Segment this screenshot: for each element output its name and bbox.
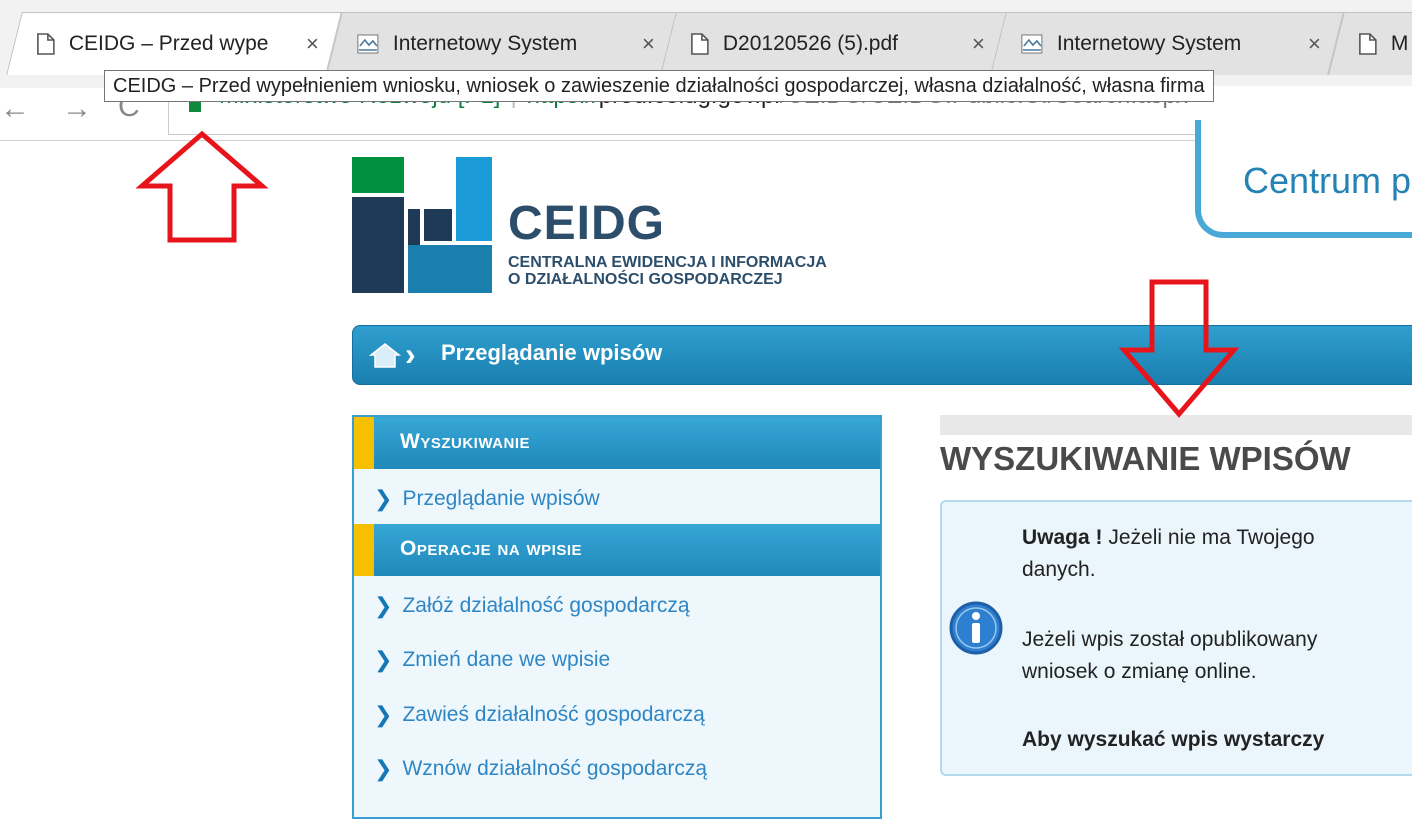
chevron-right-icon: ❯: [374, 702, 393, 727]
page-icon: [1359, 33, 1377, 55]
close-tab-icon[interactable]: ×: [972, 31, 985, 57]
sidebar-item-label: Załóż działalność gospodarczą: [402, 594, 690, 617]
close-tab-icon[interactable]: ×: [306, 31, 319, 57]
browser-tab[interactable]: D20120526 (5).pdf ×: [660, 12, 1008, 75]
tab-title: CEIDG – Przed wype: [68, 32, 269, 55]
sidebar-item-suspend[interactable]: ❯ Zawieś działalność gospodarczą: [374, 700, 705, 730]
breadcrumb-current: Przeglądanie wpisów: [441, 340, 663, 365]
chevron-right-icon: ❯: [374, 593, 393, 618]
info-notice: Uwaga ! Jeżeli nie ma Twojego danych. Je…: [940, 500, 1412, 776]
sidebar-item-label: Wznów działalność gospodarczą: [402, 757, 708, 780]
sidebar-header-search: Wyszukiwanie: [354, 417, 880, 469]
up-arrow-annotation-icon: [136, 130, 268, 243]
uwaga-text: Jeżeli nie ma Twojego: [1102, 526, 1315, 549]
sidebar-header-label: Wyszukiwanie: [400, 430, 530, 453]
forward-button[interactable]: →: [62, 92, 92, 126]
tab-title: D20120526 (5).pdf: [722, 32, 899, 55]
ceidg-logo-icon: [352, 157, 492, 293]
sidebar-item-change[interactable]: ❯ Zmień dane we wpisie: [374, 645, 610, 675]
sidebar-item-resume[interactable]: ❯ Wznów działalność gospodarczą: [374, 754, 707, 784]
browser-tab[interactable]: Internetowy System ×: [326, 12, 678, 75]
sidebar-item-label: Zawieś działalność gospodarczą: [402, 703, 705, 726]
isap-icon: [1021, 34, 1043, 54]
close-tab-icon[interactable]: ×: [642, 31, 655, 57]
page-icon: [37, 33, 55, 55]
close-tab-icon[interactable]: ×: [1308, 31, 1321, 57]
centrum-label: Centrum p: [1243, 160, 1412, 201]
isap-icon: [357, 34, 379, 54]
browser-tab[interactable]: M: [1328, 12, 1412, 75]
sidebar-item-register[interactable]: ❯ Załóż działalność gospodarczą: [374, 591, 690, 621]
browser-tab[interactable]: Internetowy System ×: [990, 12, 1344, 75]
sidebar-item-browse[interactable]: ❯ Przeglądanie wpisów: [374, 484, 600, 514]
chevron-right-icon: ❯: [374, 647, 393, 672]
logo-subtitle-line: CENTRALNA EWIDENCJA I INFORMACJA: [508, 254, 827, 271]
tab-title: M: [1390, 32, 1409, 55]
sidebar-item-label: Zmień dane we wpisie: [402, 648, 611, 671]
page-icon: [691, 33, 709, 55]
info-icon: [949, 601, 1003, 655]
breadcrumb: › Przeglądanie wpisów: [352, 325, 1412, 385]
info-text: wniosek o zmianę online.: [1022, 660, 1257, 683]
sidebar-item-label: Przeglądanie wpisów: [402, 487, 600, 510]
page-title: WYSZUKIWANIE WPISÓW: [940, 440, 1351, 477]
sidebar-header-operations: Operacje na wpisie: [354, 524, 880, 576]
home-icon[interactable]: [369, 342, 401, 368]
info-text: Jeżeli wpis został opublikowany: [1022, 628, 1318, 651]
chevron-right-icon: ❯: [374, 486, 393, 511]
logo-subtitle-line: O DZIAŁALNOŚCI GOSPODARCZEJ: [508, 271, 783, 288]
down-arrow-annotation-icon: [1118, 279, 1240, 418]
chevron-right-icon: ❯: [374, 756, 393, 781]
tab-title: Internetowy System: [1056, 32, 1242, 55]
uwaga-text-continued: danych.: [1022, 558, 1096, 581]
browser-tab[interactable]: CEIDG – Przed wype ×: [6, 12, 342, 75]
uwaga-label: Uwaga !: [1022, 526, 1103, 549]
tab-tooltip: CEIDG – Przed wypełnieniem wniosku, wnio…: [104, 70, 1214, 102]
logo-subtitle: CENTRALNA EWIDENCJA I INFORMACJA O DZIAŁ…: [508, 254, 827, 288]
chevron-right-icon: ›: [405, 336, 416, 372]
back-button[interactable]: ←: [0, 92, 30, 126]
search-hint: Aby wyszukać wpis wystarczy: [1022, 728, 1325, 751]
tab-title: Internetowy System: [392, 32, 578, 55]
logo-title: CEIDG: [508, 197, 666, 250]
sidebar: Wyszukiwanie ❯ Przeglądanie wpisów Opera…: [352, 415, 882, 819]
centrum-panel[interactable]: Centrum p: [1195, 120, 1412, 238]
sidebar-header-label: Operacje na wpisie: [400, 537, 583, 560]
uwaga-line: Uwaga ! Jeżeli nie ma Twojego: [1022, 526, 1315, 550]
